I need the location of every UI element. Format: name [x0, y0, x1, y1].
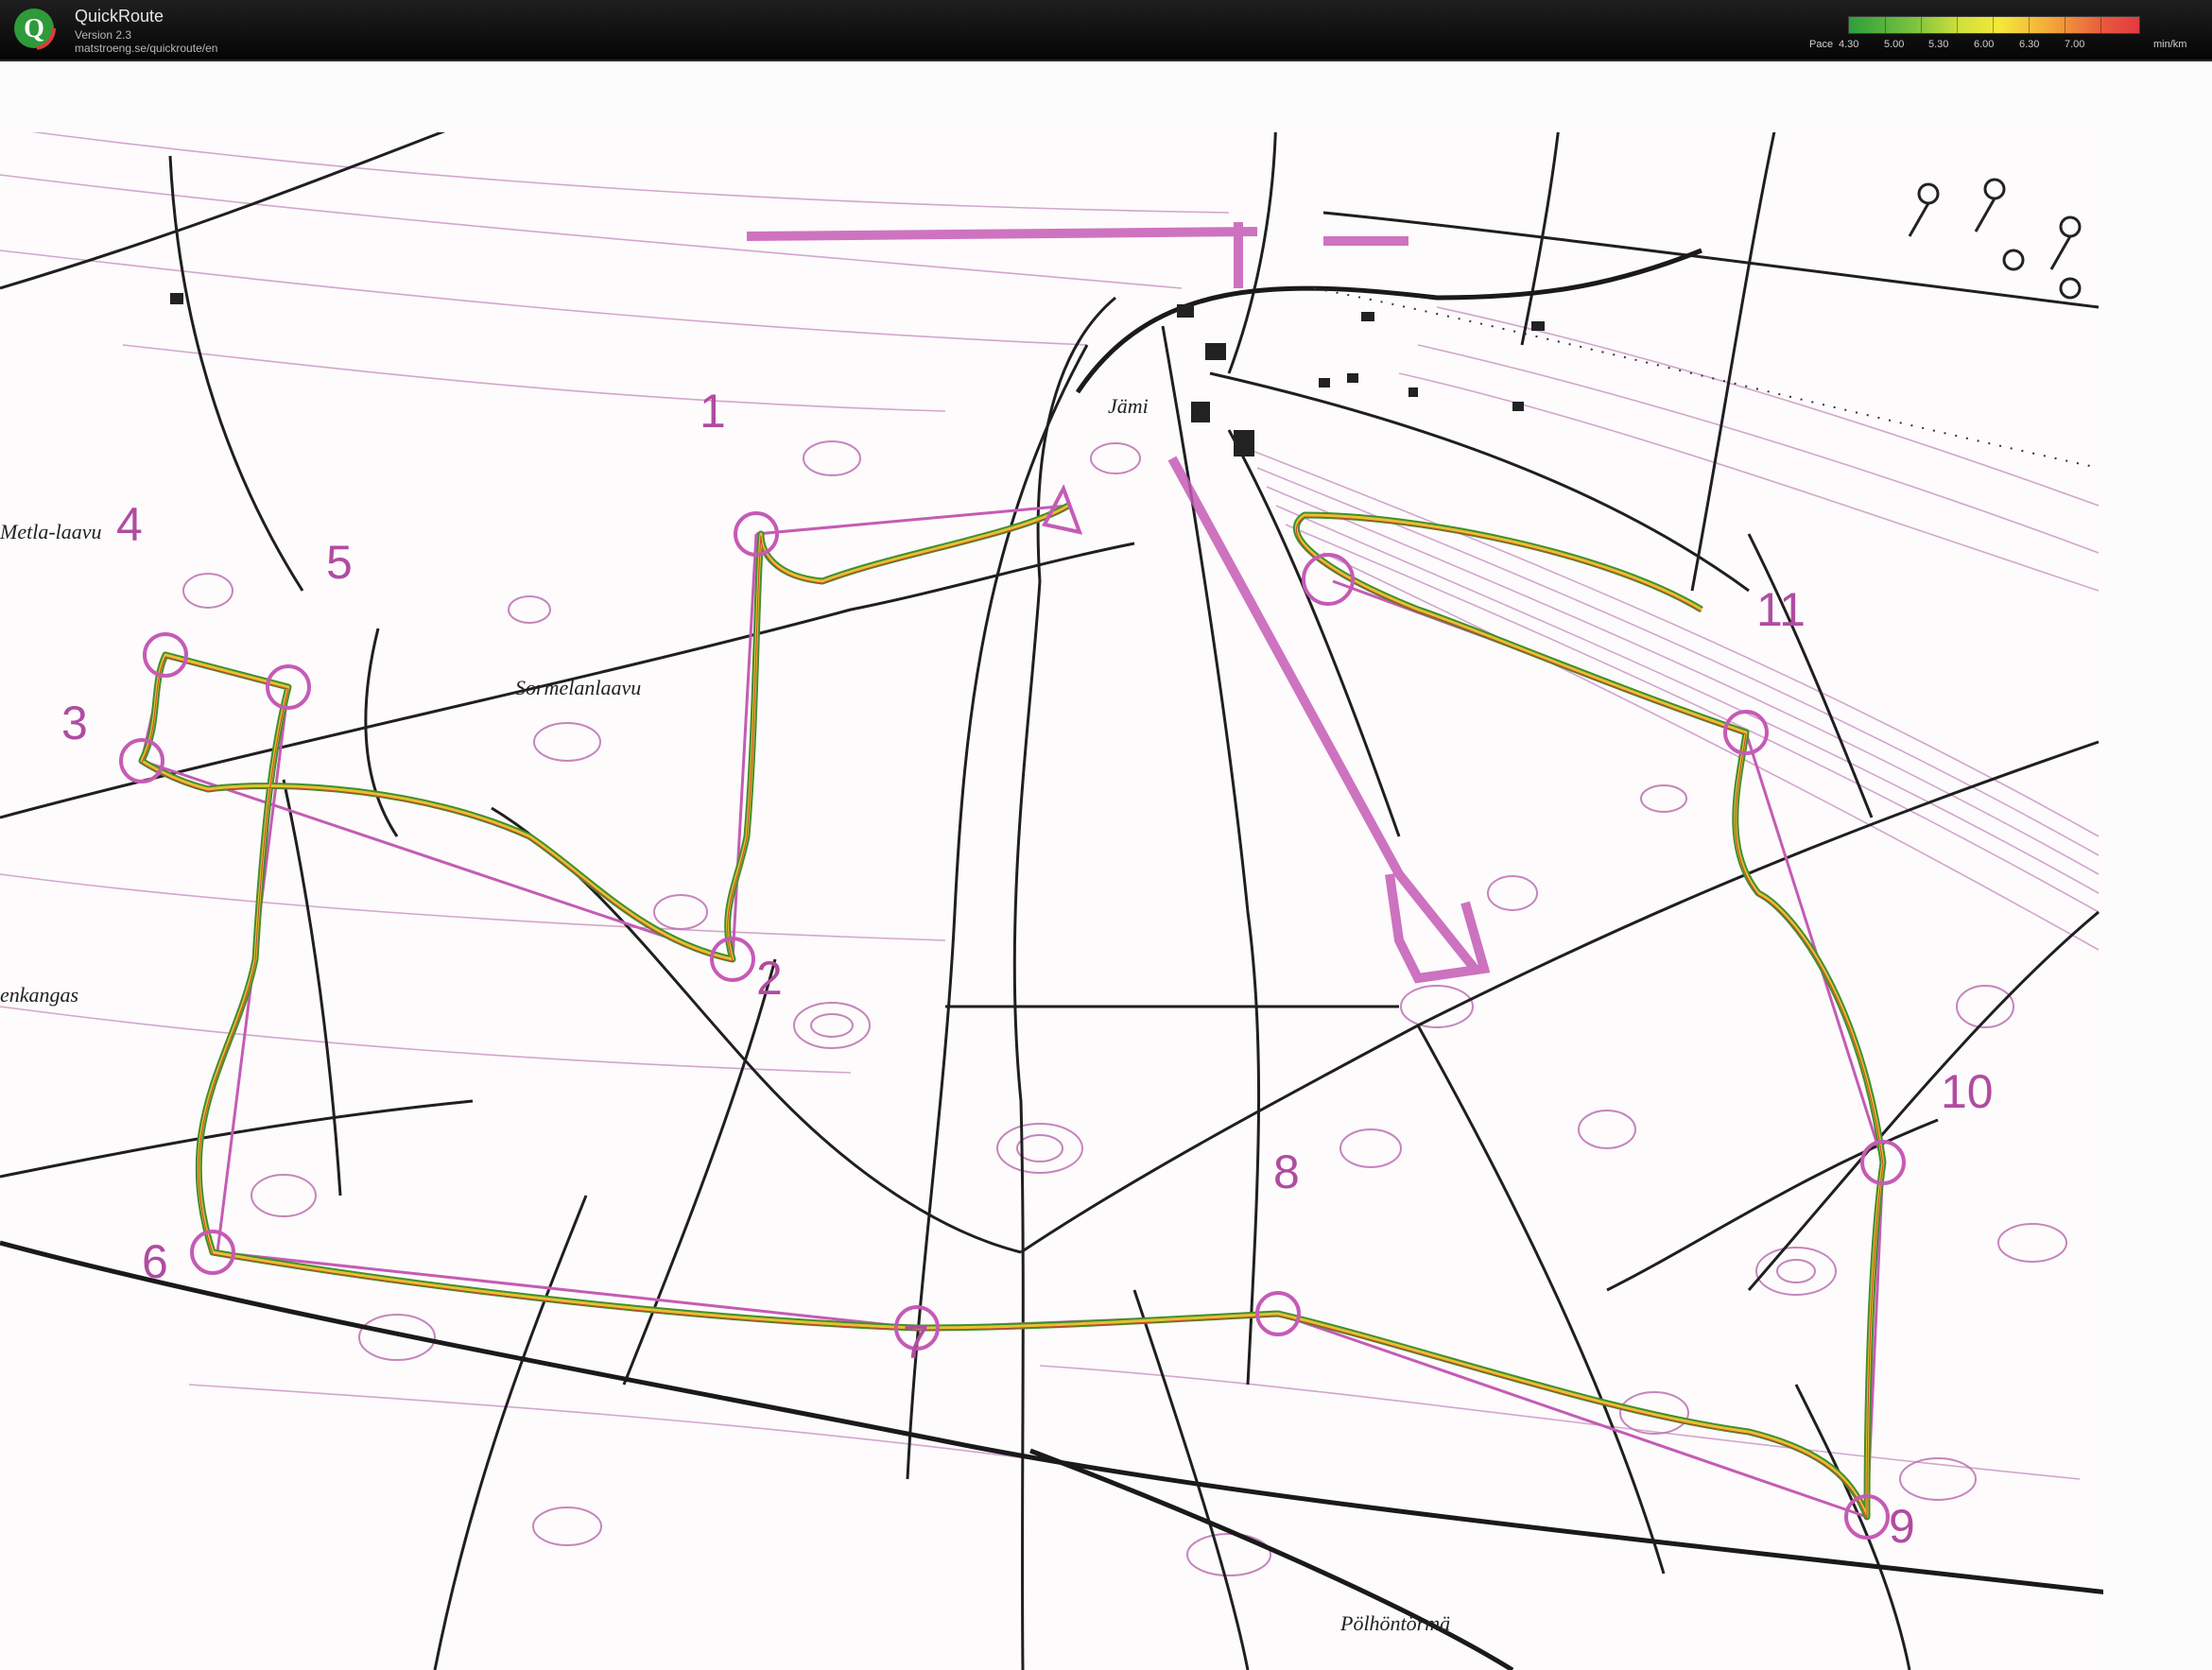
pace-tick-label: 6.30 — [2019, 39, 2040, 50]
course-legs — [140, 504, 1885, 1519]
control-number: 2 — [756, 952, 783, 1005]
control-number: 4 — [116, 498, 143, 551]
campsite-symbols — [1908, 178, 2082, 300]
control-number: 3 — [61, 697, 88, 749]
gps-route — [142, 506, 1883, 1519]
svg-text:Q: Q — [24, 14, 44, 43]
tracks-and-paths — [0, 98, 2100, 1670]
control-number: 7 — [903, 1316, 929, 1369]
app-header: Q QuickRoute Version 2.3 matstroeng.se/q… — [0, 0, 2212, 61]
place-name-enkangas: enkangas — [0, 983, 79, 1007]
map-margin — [0, 61, 2212, 132]
control-circles — [119, 511, 1906, 1540]
place-name-metla: Metla-laavu — [0, 520, 102, 543]
control-number: 9 — [1889, 1500, 1915, 1553]
pace-tick-label: 5.00 — [1884, 39, 1905, 50]
pace-tick-label: 6.00 — [1974, 39, 1995, 50]
control-number: 1 — [700, 385, 726, 438]
map-margin — [2103, 61, 2212, 1670]
control-number: 8 — [1273, 1145, 1300, 1198]
orienteering-map[interactable]: Jämi Metla-laavu Sormelanlaavu enkangas … — [0, 61, 2212, 1670]
control-number: 10 — [1941, 1065, 1994, 1118]
control-number: 6 — [142, 1235, 168, 1288]
app-url[interactable]: matstroeng.se/quickroute/en — [75, 42, 217, 55]
pace-scale-label: Pace — [1809, 39, 1834, 50]
place-name-sormelan: Sormelanlaavu — [515, 676, 642, 699]
pace-tick-label: 7.00 — [2065, 39, 2085, 50]
pace-unit-label: min/km — [2153, 39, 2187, 50]
map-canvas[interactable] — [0, 61, 2212, 1670]
control-number: 11 — [1756, 583, 1806, 636]
app-name: QuickRoute — [75, 7, 164, 26]
place-name-jami: Jämi — [1108, 394, 1149, 418]
place-name-polhontorma: Pölhöntörmä — [1340, 1611, 1451, 1635]
power-line — [1313, 287, 2100, 469]
pace-tick-label: 5.30 — [1928, 39, 1949, 50]
buildings — [170, 293, 1545, 456]
pace-color-scale — [1848, 16, 2140, 34]
control-number: 5 — [326, 536, 353, 589]
quickroute-logo-icon: Q — [12, 7, 56, 50]
contour-lines — [0, 127, 2100, 1480]
pace-tick-label: 4.30 — [1839, 39, 1859, 50]
app-version: Version 2.3 — [75, 28, 132, 42]
purple-features — [746, 222, 1491, 984]
